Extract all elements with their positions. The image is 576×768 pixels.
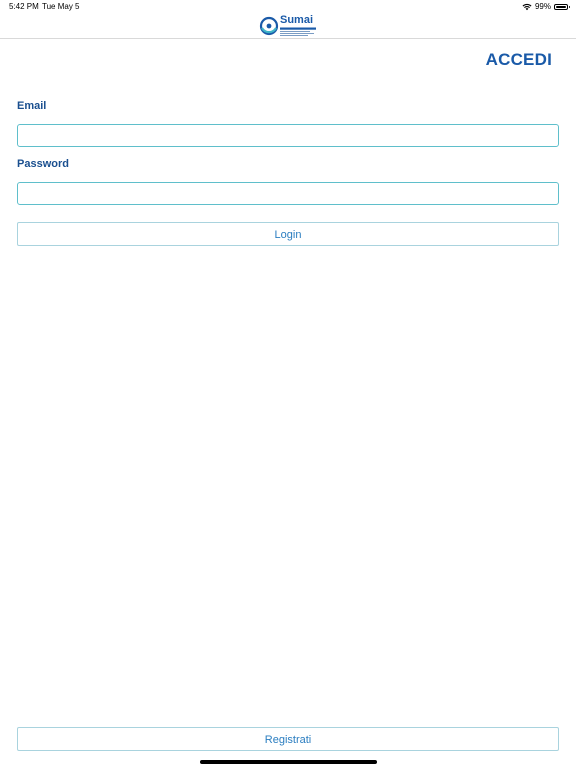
status-date: Tue May 5: [42, 2, 80, 11]
password-label: Password: [17, 158, 69, 170]
wifi-icon: [522, 3, 532, 10]
register-button[interactable]: Registrati: [17, 727, 559, 751]
page-title: ACCEDI: [485, 50, 552, 69]
email-field[interactable]: [17, 124, 559, 147]
login-button[interactable]: Login: [17, 222, 559, 246]
status-right: 99%: [522, 2, 570, 11]
status-time: 5:42 PM: [9, 2, 39, 11]
password-field[interactable]: [17, 182, 559, 205]
sumai-logo: Sumai: [259, 14, 319, 38]
battery-percent: 99%: [534, 2, 551, 11]
status-bar: 5:42 PM Tue May 5 99%: [0, 0, 576, 14]
email-label: Email: [17, 100, 47, 112]
logo-text: Sumai: [280, 14, 314, 26]
battery-icon: [554, 3, 570, 10]
header-divider: [0, 38, 576, 39]
home-indicator: [200, 760, 377, 764]
